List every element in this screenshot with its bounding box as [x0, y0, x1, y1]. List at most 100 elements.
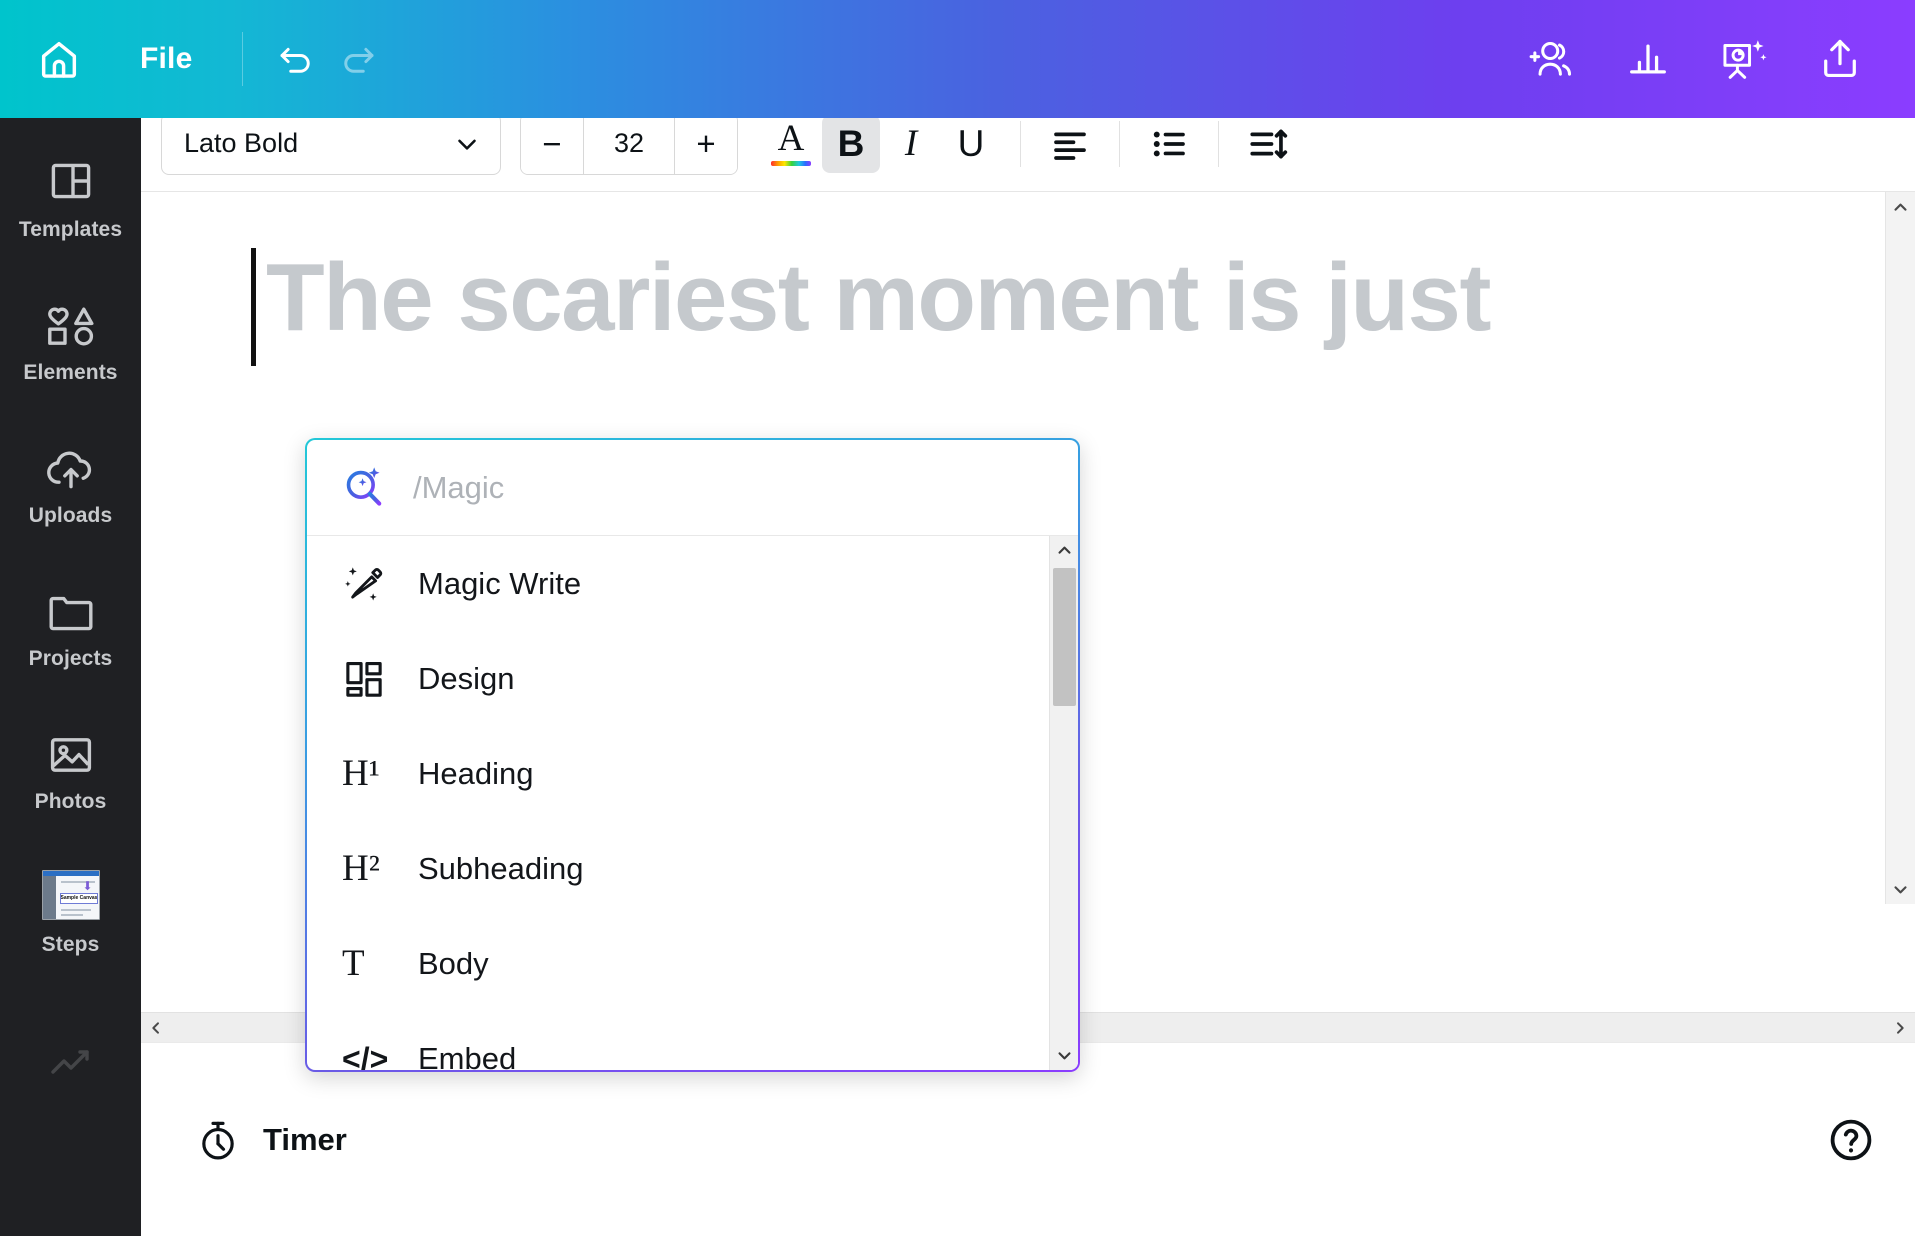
- steps-thumbnail: ⬇ Sample Canvas: [41, 866, 100, 920]
- sidebar-item-photos[interactable]: Photos: [0, 694, 141, 837]
- chevron-down-icon: [452, 129, 482, 159]
- underline-button[interactable]: U: [942, 115, 1000, 173]
- sidebar-item-projects[interactable]: Projects: [0, 551, 141, 694]
- line-spacing-button[interactable]: [1239, 115, 1297, 173]
- sidebar-item-elements[interactable]: Elements: [0, 265, 141, 408]
- canva-editor-window: File Templates Elements Uploads Projects…: [0, 0, 1915, 1236]
- font-size-increase-button[interactable]: +: [675, 113, 737, 174]
- sidebar-item-uploads[interactable]: Uploads: [0, 408, 141, 551]
- sidebar-label-elements: Elements: [23, 361, 118, 384]
- magic-shortcuts-panel: /Magic Magic Write Design H¹ Heading H² …: [305, 438, 1080, 1072]
- font-size-stepper: − 32 +: [520, 112, 738, 175]
- canvas-title-text[interactable]: The scariest moment is just: [266, 244, 1491, 352]
- thumb-arrow-icon: ⬇: [82, 879, 93, 893]
- present-button[interactable]: [1711, 26, 1777, 92]
- embed-code-icon: </>: [342, 1040, 389, 1071]
- present-icon: [1718, 33, 1770, 85]
- canvas-scroll-down-button[interactable]: [1886, 874, 1915, 904]
- uploads-icon: [45, 437, 97, 491]
- steps-thumbnail-caption: Sample Canvas: [59, 893, 98, 904]
- font-family-value: Lato Bold: [184, 128, 299, 158]
- magic-scroll-thumb[interactable]: [1053, 568, 1076, 706]
- bullet-list-button[interactable]: [1140, 115, 1198, 173]
- chart-icon: [47, 1028, 95, 1082]
- magic-scroll-down-button[interactable]: [1049, 1041, 1078, 1070]
- left-sidebar: Templates Elements Uploads Projects Phot…: [0, 96, 141, 1236]
- undo-icon: [275, 38, 317, 80]
- text-color-button[interactable]: A: [762, 115, 820, 173]
- sidebar-label-templates: Templates: [18, 218, 123, 241]
- redo-icon: [337, 38, 379, 80]
- bold-button[interactable]: B: [822, 114, 880, 173]
- magic-write-icon: [342, 561, 396, 607]
- templates-icon: [47, 151, 95, 205]
- magic-item-label: Magic Write: [418, 565, 582, 601]
- redo-button[interactable]: [327, 28, 389, 90]
- magic-item-design[interactable]: Design: [307, 631, 1078, 726]
- magic-item-label: Design: [418, 660, 515, 696]
- sidebar-label-steps: Steps: [41, 933, 100, 956]
- magic-search-input[interactable]: /Magic: [413, 470, 504, 506]
- sidebar-item-charts[interactable]: [0, 980, 141, 1123]
- toolbar-divider-2: [1119, 120, 1120, 167]
- canvas-scroll-left-button[interactable]: [141, 1013, 171, 1043]
- design-grid-icon: [342, 657, 396, 701]
- analytics-button[interactable]: [1615, 26, 1681, 92]
- sidebar-item-steps[interactable]: ⬇ Sample Canvas Steps: [0, 837, 141, 980]
- elements-icon: [45, 294, 97, 348]
- canvas-scroll-up-button[interactable]: [1886, 192, 1915, 222]
- header-divider: [242, 32, 244, 86]
- magic-item-heading[interactable]: H¹ Heading: [307, 726, 1078, 821]
- sidebar-label-projects: Projects: [28, 647, 113, 670]
- share-icon: [1815, 34, 1865, 84]
- align-button[interactable]: [1041, 115, 1099, 173]
- analytics-icon: [1624, 35, 1672, 83]
- share-button[interactable]: [1807, 26, 1873, 92]
- file-menu-button[interactable]: File: [118, 32, 214, 86]
- add-collaborator-button[interactable]: [1519, 26, 1585, 92]
- font-size-input[interactable]: 32: [583, 113, 675, 174]
- sidebar-label-photos: Photos: [34, 790, 107, 813]
- subheading-h2-icon: H²: [342, 848, 380, 889]
- font-family-select[interactable]: Lato Bold: [161, 112, 501, 175]
- italic-button[interactable]: I: [882, 115, 940, 173]
- add-collaborator-icon: [1527, 34, 1577, 84]
- text-element[interactable]: The scariest moment is just: [251, 244, 1491, 366]
- magic-item-magic-write[interactable]: Magic Write: [307, 536, 1078, 631]
- header-actions: [1519, 26, 1915, 92]
- magic-item-subheading[interactable]: H² Subheading: [307, 821, 1078, 916]
- magic-item-label: Heading: [418, 755, 534, 791]
- magic-item-embed[interactable]: </> Embed: [307, 1011, 1078, 1071]
- magic-search-icon: [339, 462, 391, 514]
- text-style-buttons: A B I U: [762, 114, 1297, 173]
- canvas-scroll-right-button[interactable]: [1885, 1013, 1915, 1043]
- text-caret: [251, 248, 256, 366]
- timer-button[interactable]: Timer: [179, 1105, 363, 1175]
- magic-scroll-up-button[interactable]: [1049, 536, 1078, 565]
- canvas-vertical-scrollbar[interactable]: [1885, 192, 1915, 904]
- home-icon: [36, 36, 82, 82]
- underline-label: U: [957, 123, 985, 164]
- undo-button[interactable]: [265, 28, 327, 90]
- toolbar-divider-1: [1020, 120, 1021, 167]
- color-swatch-icon: [771, 160, 811, 166]
- photos-icon: [47, 723, 95, 777]
- heading-h1-icon: H¹: [342, 753, 380, 794]
- magic-item-label: Body: [418, 945, 489, 981]
- sidebar-label-uploads: Uploads: [28, 504, 113, 527]
- magic-menu-scrollbar[interactable]: [1049, 536, 1078, 1070]
- timer-label: Timer: [263, 1121, 347, 1157]
- magic-item-label: Subheading: [418, 850, 584, 886]
- magic-item-body[interactable]: T Body: [307, 916, 1078, 1011]
- sidebar-item-templates[interactable]: Templates: [0, 122, 141, 265]
- align-left-icon: [1049, 123, 1091, 165]
- home-button[interactable]: [0, 36, 118, 82]
- line-spacing-icon: [1247, 123, 1289, 165]
- text-color-label: A: [777, 118, 805, 159]
- projects-icon: [46, 580, 96, 634]
- magic-item-label: Embed: [418, 1040, 517, 1071]
- help-button[interactable]: [1825, 1114, 1877, 1166]
- font-size-decrease-button[interactable]: −: [521, 113, 583, 174]
- magic-search-row[interactable]: /Magic: [307, 440, 1078, 536]
- italic-label: I: [904, 123, 918, 164]
